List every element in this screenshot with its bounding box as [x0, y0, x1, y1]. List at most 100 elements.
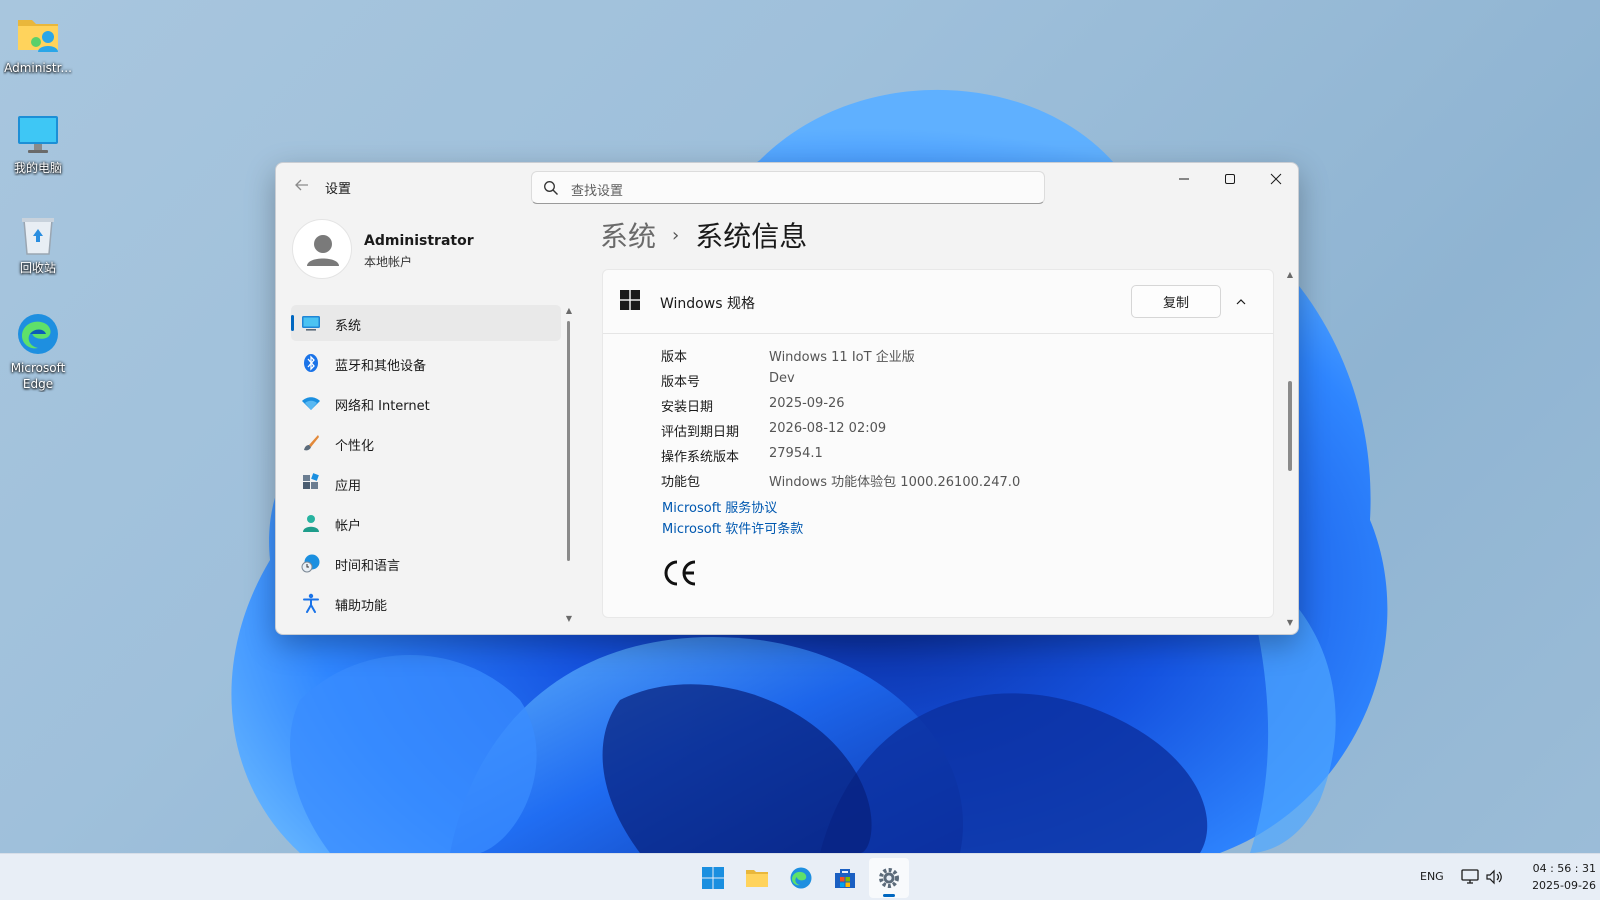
- content-scroll-thumb[interactable]: [1288, 381, 1292, 471]
- desktop-icon-edge[interactable]: Microsoft Edge: [4, 304, 72, 404]
- recycle-bin-icon: [22, 218, 54, 255]
- spec-value: Windows 功能体验包 1000.26100.247.0: [769, 475, 1021, 490]
- scroll-up-arrow-icon[interactable]: ▲: [1286, 271, 1294, 279]
- minimize-icon: [1179, 178, 1189, 180]
- nav-item-accounts[interactable]: 帐户: [291, 505, 561, 541]
- breadcrumb-separator-icon: ›: [672, 224, 680, 246]
- start-button[interactable]: [693, 858, 733, 898]
- spec-key: 版本号: [661, 375, 701, 390]
- breadcrumb-parent[interactable]: 系统: [600, 215, 656, 255]
- spec-value: 27954.1: [769, 446, 823, 461]
- card-header[interactable]: Windows 规格 复制: [603, 270, 1273, 334]
- avatar: [292, 219, 352, 279]
- computer-icon: [18, 116, 58, 153]
- settings-icon: [879, 868, 899, 888]
- bluetooth-icon: [304, 354, 318, 372]
- language-indicator[interactable]: ENG: [1420, 870, 1444, 883]
- nav-item-bluetooth[interactable]: 蓝牙和其他设备: [291, 345, 561, 381]
- file-explorer-button[interactable]: [737, 858, 777, 898]
- scroll-down-arrow-icon[interactable]: ▼: [565, 615, 573, 623]
- clock-time: 04 : 56 : 31: [1532, 862, 1596, 875]
- back-button[interactable]: [290, 175, 314, 199]
- display-icon: [302, 316, 320, 331]
- nav-item-apps[interactable]: 应用: [291, 465, 561, 501]
- wifi-icon: [302, 397, 320, 410]
- apps-icon: [303, 473, 319, 489]
- nav-item-label: 个性化: [335, 439, 375, 454]
- nav-list: 系统 蓝牙和其他设备 网络和 Internet 个性化 应用 帐户 时间和语言: [291, 305, 561, 625]
- desktop-icon-label: 回收站: [19, 261, 56, 275]
- edge-taskbar-button[interactable]: [781, 858, 821, 898]
- spec-value: 2025-09-26: [769, 396, 845, 411]
- nav-scroll-thumb[interactable]: [567, 321, 570, 561]
- scroll-up-arrow-icon[interactable]: ▲: [565, 307, 573, 315]
- spec-value: Windows 11 IoT 企业版: [769, 350, 915, 365]
- brush-icon: [304, 435, 319, 451]
- search-placeholder: 查找设置: [571, 184, 624, 199]
- nav-item-time-language[interactable]: 时间和语言: [291, 545, 561, 581]
- services-agreement-link[interactable]: Microsoft 服务协议: [662, 497, 777, 516]
- network-icon[interactable]: [1460, 867, 1480, 887]
- spec-key: 版本: [661, 350, 688, 365]
- chevron-up-icon: [1236, 299, 1246, 305]
- breadcrumb: 系统 › 系统信息: [600, 215, 807, 255]
- desktop-icon-label: 我的电脑: [13, 161, 62, 175]
- close-button[interactable]: [1253, 163, 1298, 195]
- spec-value: Dev: [769, 371, 795, 386]
- nav-item-label: 蓝牙和其他设备: [335, 359, 427, 374]
- taskbar: ENG 04 : 56 : 31 2025-09-26: [0, 853, 1600, 900]
- user-profile[interactable]: Administrator 本地帐户: [292, 219, 572, 281]
- spec-value: 2026-08-12 02:09: [769, 421, 887, 436]
- spec-key: 安装日期: [661, 400, 714, 415]
- desktop-icon-administrator[interactable]: Administr...: [4, 4, 72, 90]
- nav-item-accessibility[interactable]: 辅助功能: [291, 585, 561, 621]
- person-avatar-icon: [307, 235, 339, 266]
- nav-item-network[interactable]: 网络和 Internet: [291, 385, 561, 421]
- system-clock[interactable]: 04 : 56 : 31 2025-09-26: [1512, 860, 1596, 894]
- clock-date: 2025-09-26: [1532, 879, 1596, 892]
- search-input[interactable]: 查找设置: [531, 171, 1045, 204]
- license-terms-link[interactable]: Microsoft 软件许可条款: [662, 518, 803, 537]
- ce-mark-icon: [664, 560, 696, 586]
- edge-icon: [18, 314, 58, 354]
- scroll-down-arrow-icon[interactable]: ▼: [1286, 619, 1294, 627]
- minimize-button[interactable]: [1161, 163, 1207, 195]
- user-name: Administrator: [364, 233, 474, 249]
- maximize-icon: [1225, 174, 1235, 184]
- nav-item-system[interactable]: 系统: [291, 305, 561, 341]
- maximize-button[interactable]: [1207, 163, 1253, 195]
- spec-key: 功能包: [661, 475, 701, 490]
- window-title: 设置: [325, 182, 352, 197]
- collapse-button[interactable]: [1229, 290, 1253, 314]
- nav-item-personalization[interactable]: 个性化: [291, 425, 561, 461]
- store-button[interactable]: [825, 858, 865, 898]
- person-icon: [303, 515, 319, 532]
- search-icon: [544, 181, 558, 195]
- account-type: 本地帐户: [364, 255, 413, 269]
- copy-button[interactable]: 复制: [1131, 285, 1221, 318]
- back-arrow-icon: [295, 179, 308, 191]
- close-icon: [1270, 173, 1282, 185]
- title-bar[interactable]: 设置 查找设置: [276, 163, 1298, 211]
- spec-key: 操作系统版本: [661, 450, 740, 465]
- nav-item-label: 系统: [335, 319, 362, 334]
- content-scrollbar[interactable]: ▲ ▼: [1285, 271, 1295, 627]
- volume-icon[interactable]: [1484, 867, 1504, 887]
- desktop-icon-label: Administr...: [4, 61, 72, 75]
- desktop-icon-my-computer[interactable]: 我的电脑: [4, 104, 72, 190]
- nav-item-label: 网络和 Internet: [335, 399, 430, 414]
- desktop-icon-label: Microsoft Edge: [10, 361, 66, 391]
- spec-key: 评估到期日期: [661, 425, 740, 440]
- edge-icon: [790, 867, 812, 889]
- globe-clock-icon: [301, 554, 320, 573]
- card-title: Windows 规格: [660, 296, 755, 312]
- windows-spec-card: Windows 规格 复制 版本 Windows 11 IoT 企业版 版本号 …: [602, 269, 1274, 618]
- page-title: 系统信息: [695, 220, 808, 253]
- nav-item-label: 应用: [335, 479, 362, 494]
- nav-scrollbar[interactable]: ▲ ▼: [565, 307, 573, 623]
- store-icon: [835, 869, 855, 888]
- settings-taskbar-button[interactable]: [869, 858, 909, 898]
- desktop-icon-recycle-bin[interactable]: 回收站: [4, 204, 72, 290]
- nav-item-label: 辅助功能: [335, 599, 388, 614]
- nav-item-label: 帐户: [335, 519, 362, 534]
